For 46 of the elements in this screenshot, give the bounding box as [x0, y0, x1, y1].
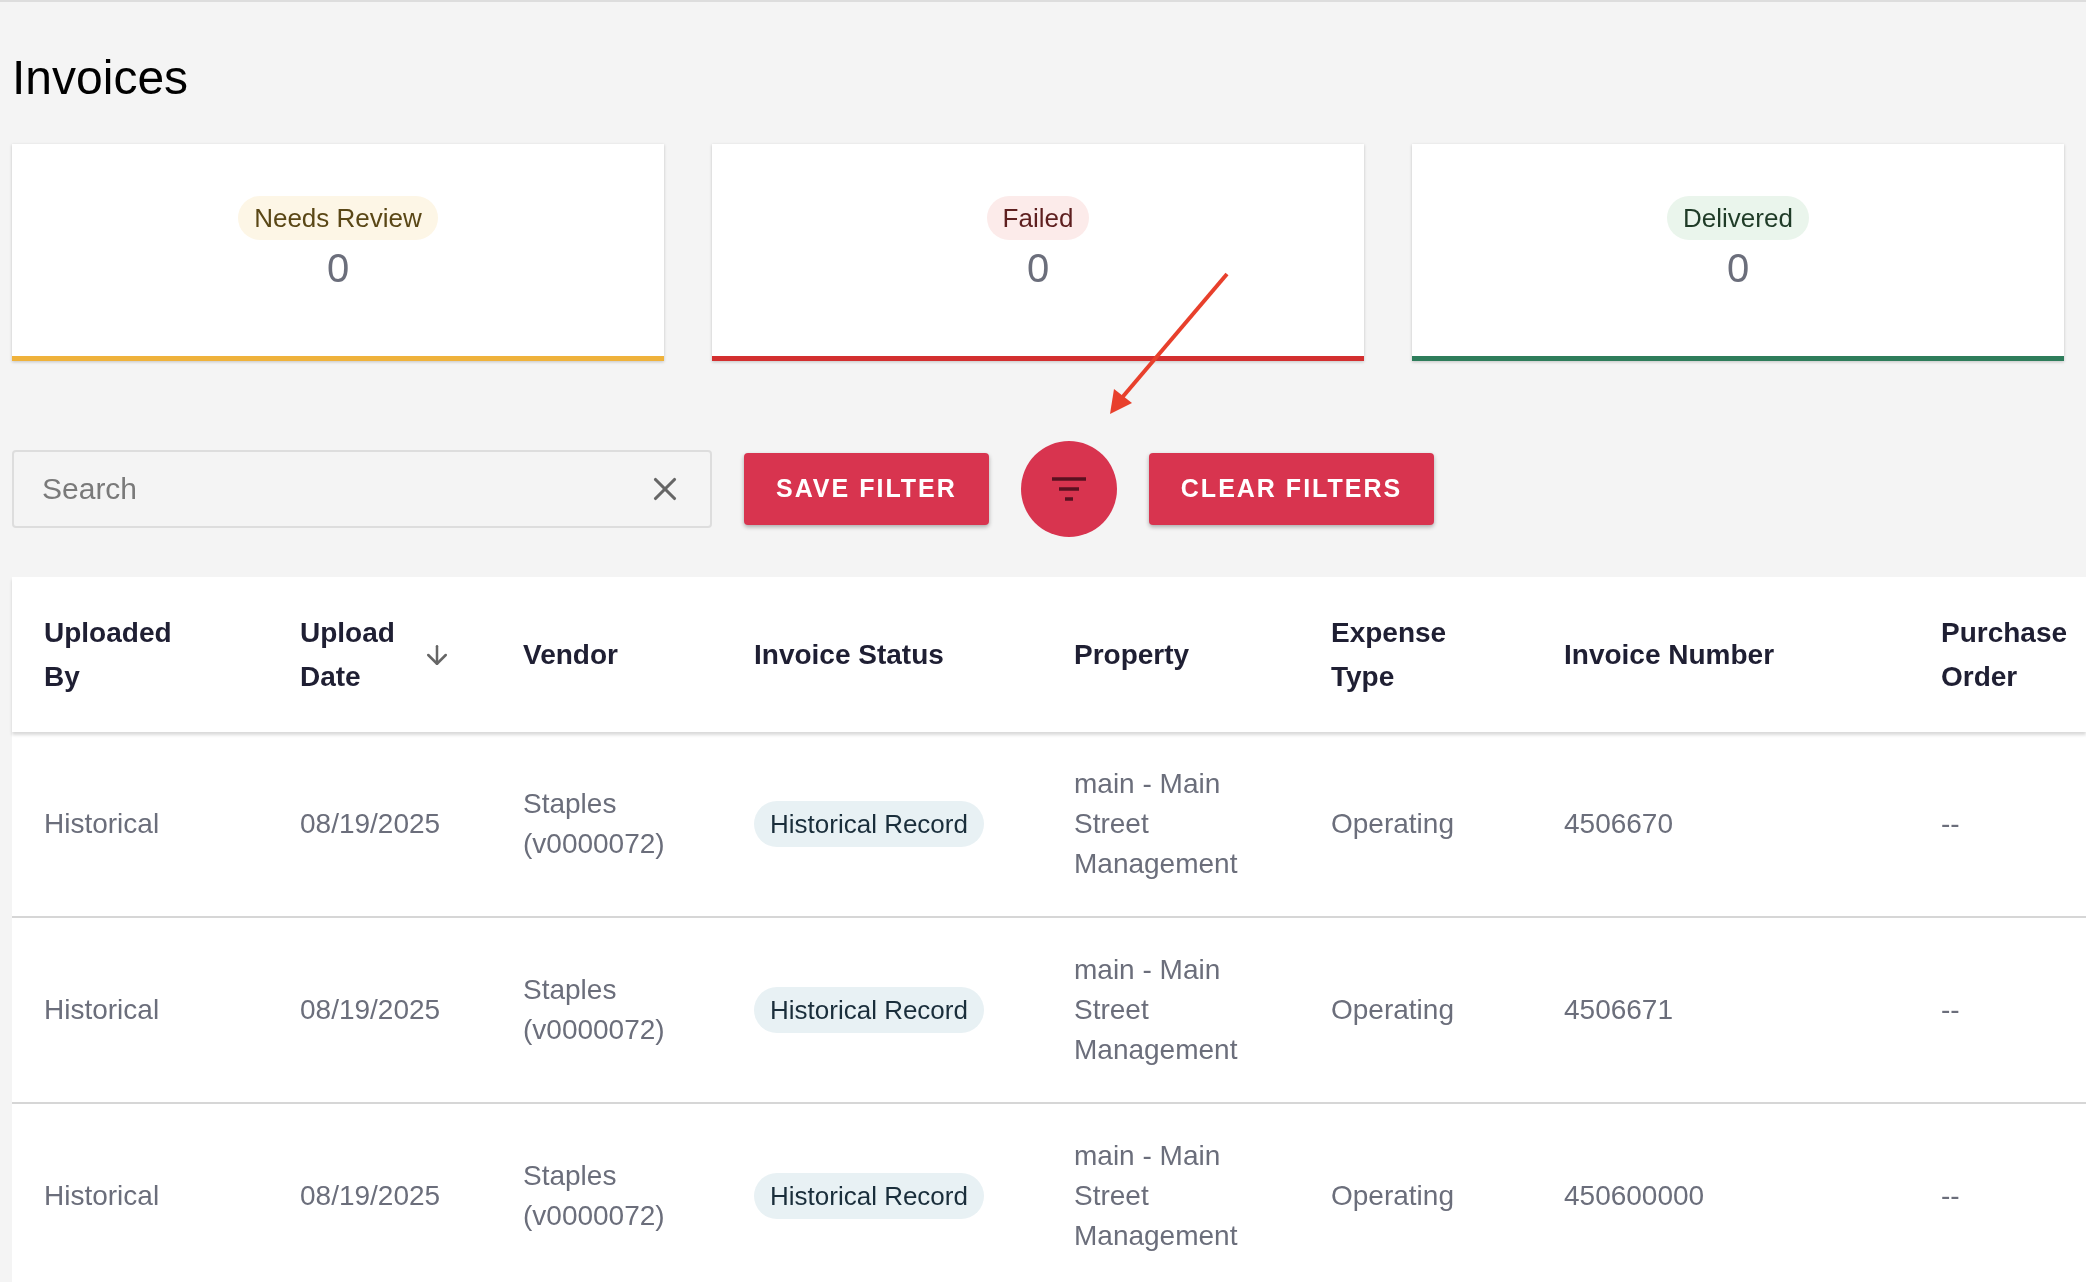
- table-cell-text: main - Main Street Management: [1074, 953, 1239, 1067]
- status-count: 0: [1726, 245, 1750, 292]
- table-cell-text: Staples (v0000072): [523, 973, 666, 1047]
- column-header[interactable]: Expense Type: [1331, 610, 1461, 699]
- status-badge: Historical Record: [754, 987, 984, 1033]
- table-cell-text: main - Main Street Management: [1074, 1139, 1239, 1253]
- status-badge: Historical Record: [754, 801, 984, 847]
- table-cell-text: Historical: [44, 807, 160, 841]
- table-cell-text: 450600000: [1564, 1179, 1705, 1213]
- table-cell-text: Operating: [1331, 807, 1454, 841]
- status-card[interactable]: Failed 0: [712, 144, 1364, 361]
- table-cell-text: 4506671: [1564, 993, 1673, 1027]
- search-field[interactable]: Search: [12, 450, 712, 528]
- table-cell-text: --: [1941, 807, 1960, 841]
- clear-filters-button[interactable]: CLEAR FILTERS: [1148, 453, 1435, 525]
- column-header[interactable]: Invoice Status: [754, 632, 944, 677]
- status-badge: Delivered: [1667, 196, 1809, 240]
- table-cell-text: 08/19/2025: [300, 993, 441, 1027]
- table-cell-text: Historical: [44, 993, 160, 1027]
- column-header[interactable]: Vendor: [523, 632, 618, 677]
- status-badge: Failed: [986, 196, 1090, 240]
- table-cell-text: Operating: [1331, 1179, 1454, 1213]
- status-count: 0: [1026, 245, 1050, 292]
- filter-icon: [1049, 476, 1088, 502]
- table-cell-text: Historical: [44, 1179, 160, 1213]
- table-cell-text: 08/19/2025: [300, 807, 441, 841]
- table-cell-text: 4506670: [1564, 807, 1673, 841]
- status-card[interactable]: Delivered 0: [1412, 144, 2064, 361]
- table-cell-text: Operating: [1331, 993, 1454, 1027]
- page-title: Invoices: [12, 54, 189, 102]
- column-header[interactable]: Invoice Number: [1564, 632, 1775, 677]
- table-cell-text: --: [1941, 1179, 1960, 1213]
- table-cell-text: Staples (v0000072): [523, 1159, 666, 1233]
- table-cell-text: main - Main Street Management: [1074, 767, 1239, 881]
- column-header[interactable]: Upload Date: [300, 610, 410, 699]
- status-count: 0: [326, 245, 350, 292]
- table-cell-text: 08/19/2025: [300, 1179, 441, 1213]
- table-cell-text: Staples (v0000072): [523, 787, 666, 861]
- table-cell-text: --: [1941, 993, 1960, 1027]
- save-filter-button[interactable]: SAVE FILTER: [744, 453, 989, 525]
- column-header[interactable]: Purchase Order: [1941, 610, 2086, 699]
- status-badge: Historical Record: [754, 1173, 984, 1219]
- status-card[interactable]: Needs Review 0: [12, 144, 664, 361]
- column-header[interactable]: Uploaded By: [44, 610, 194, 699]
- column-header[interactable]: Property: [1074, 632, 1190, 677]
- status-badge: Needs Review: [238, 196, 438, 240]
